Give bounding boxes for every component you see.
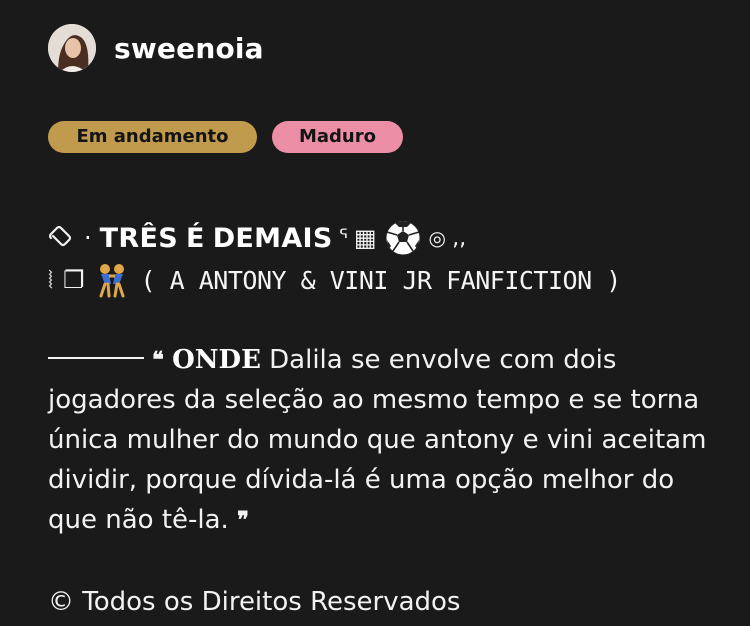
story-title-line-1: · TRÊS É DEMAIS ᕐ ▦ ◎ ‚‚	[48, 218, 466, 258]
author-username[interactable]: sweenoia	[114, 32, 264, 65]
story-tags: Em andamento Maduro	[48, 121, 403, 153]
title-dot: ·	[84, 224, 92, 252]
avatar-image	[48, 24, 96, 72]
rating-badge[interactable]: Maduro	[272, 121, 403, 153]
spiral-glyph: ◎	[428, 226, 446, 250]
author-row[interactable]: sweenoia	[48, 24, 264, 72]
description-lead-word: ONDE	[172, 345, 261, 375]
story-description: ❝ ONDE Dalila se envolve com dois jogado…	[48, 340, 728, 540]
title-word-demais: DEMAIS	[212, 222, 333, 254]
dash-divider	[48, 356, 144, 359]
story-subtitle: ( A ANTONY & VINI JR FANFICTION )	[140, 265, 622, 295]
title-word-e: É	[185, 222, 205, 254]
status-badge[interactable]: Em andamento	[48, 121, 257, 153]
quotes-glyph: ‚‚	[451, 225, 466, 251]
story-title-line-2: ⦚ ❐ ( A ANTONY & VINI JR FANFICTION )	[48, 260, 621, 300]
wrestlers-icon	[93, 262, 131, 298]
avatar[interactable]	[48, 24, 96, 72]
open-quote: ❝	[152, 347, 164, 373]
square-glyph: ❐	[63, 266, 85, 294]
soccer-ball-icon	[385, 220, 421, 256]
description-text: Dalila se envolve com dois jogadores da …	[48, 345, 707, 535]
paperclip-icon	[48, 225, 74, 251]
copyright-notice: © Todos os Direitos Reservados	[48, 587, 461, 617]
grid-glyph: ▦	[353, 224, 377, 252]
lead-glyph: ⦚	[48, 266, 54, 294]
title-word-tres: TRÊS	[99, 222, 178, 254]
hook-glyph: ᕐ	[338, 225, 348, 251]
close-quote: ❞	[237, 507, 249, 533]
